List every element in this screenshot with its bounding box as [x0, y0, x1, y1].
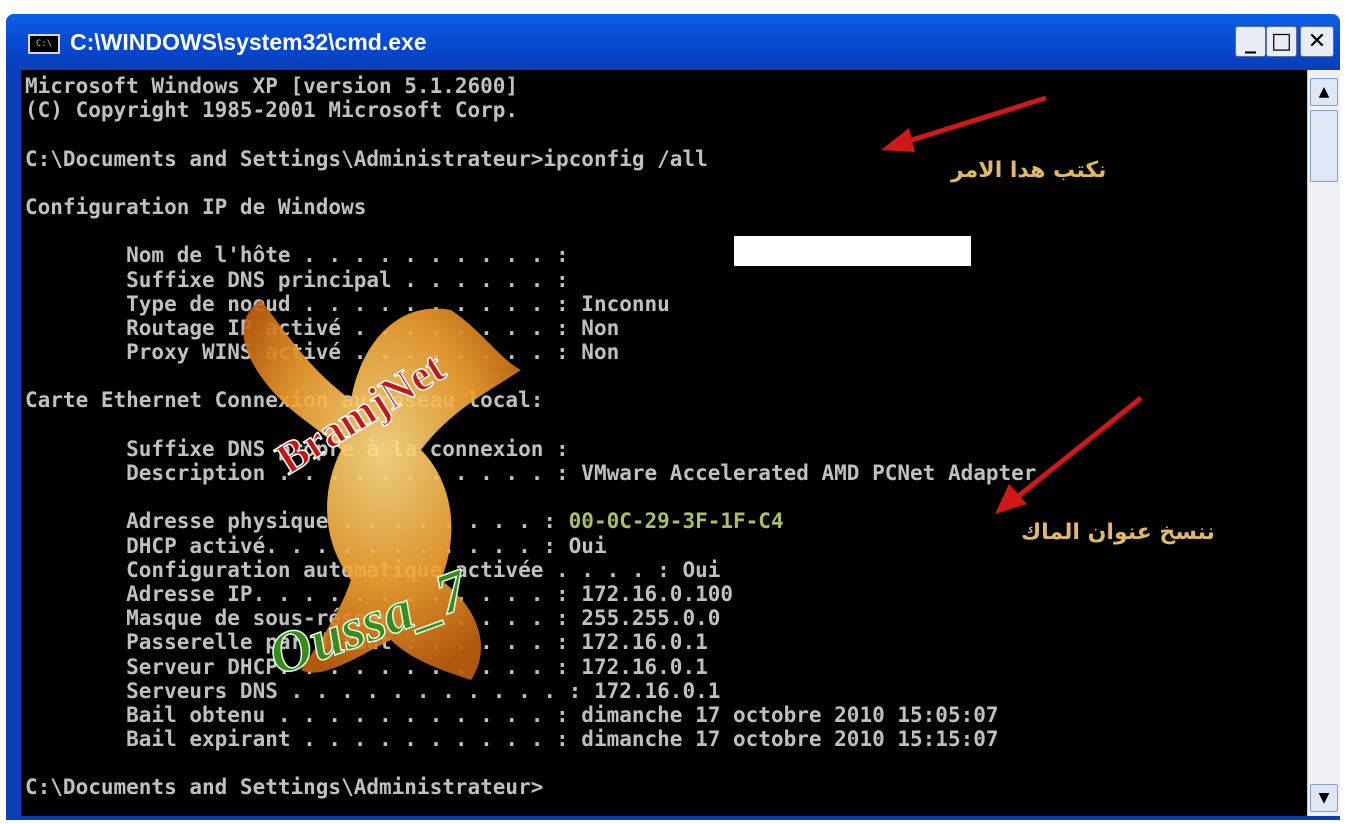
console-line-text: (C) Copyright 1985-2001 Microsoft Corp. — [25, 98, 519, 123]
console-line: Configuration IP de Windows — [25, 195, 1036, 219]
console-line: Bail expirant . . . . . . . . . . : dima… — [25, 727, 1036, 751]
console-line-text: C:\Documents and Settings\Administrateur… — [25, 146, 708, 171]
window-title: C:\WINDOWS\system32\cmd.exe — [70, 29, 427, 55]
console-line-text: Bail expirant . . . . . . . . . . : dima… — [25, 727, 999, 752]
close-button[interactable]: ✕ — [1300, 26, 1334, 57]
arrow-to-mac — [995, 396, 1143, 514]
console-line-text: Nom de l'hôte . . . . . . . . . . : — [25, 243, 569, 268]
console-output[interactable]: Microsoft Windows XP [version 5.1.2600](… — [21, 70, 1307, 816]
console-line: C:\Documents and Settings\Administrateur… — [25, 775, 1036, 799]
vertical-scrollbar[interactable]: ▲ ▼ — [1307, 70, 1340, 816]
command-annotation: نكتب هدا الامر — [951, 158, 1107, 183]
cmd-window: C:\ C:\WINDOWS\system32\cmd.exe _ □ ✕ Mi… — [6, 14, 1340, 820]
console-line-text: Bail obtenu . . . . . . . . . . . : dima… — [25, 702, 999, 727]
cmd-system-icon[interactable]: C:\ — [28, 34, 60, 54]
watermark-logo: BramjNet Oussa_7 — [243, 300, 521, 689]
console-line-text: Configuration IP de Windows — [25, 194, 367, 219]
minimize-button[interactable]: _ — [1235, 26, 1266, 57]
maximize-button[interactable]: □ — [1266, 26, 1297, 57]
hostname-redaction-box — [734, 236, 971, 266]
console-line: Bail obtenu . . . . . . . . . . . : dima… — [25, 703, 1036, 727]
title-bar[interactable]: C:\ C:\WINDOWS\system32\cmd.exe _ □ ✕ — [6, 14, 1340, 70]
scroll-up-button[interactable]: ▲ — [1310, 78, 1338, 106]
mac-annotation: ننسخ عنوان الماك — [1021, 520, 1215, 545]
arrow-to-command — [881, 95, 1047, 152]
console-line-text: C:\Documents and Settings\Administrateur… — [25, 775, 544, 800]
scroll-down-button[interactable]: ▼ — [1310, 784, 1338, 812]
console-line-text: Microsoft Windows XP [version 5.1.2600] — [25, 74, 519, 98]
mac-address-value: 00-0C-29-3F-1F-C4 — [556, 509, 784, 534]
scroll-thumb[interactable] — [1310, 110, 1338, 182]
